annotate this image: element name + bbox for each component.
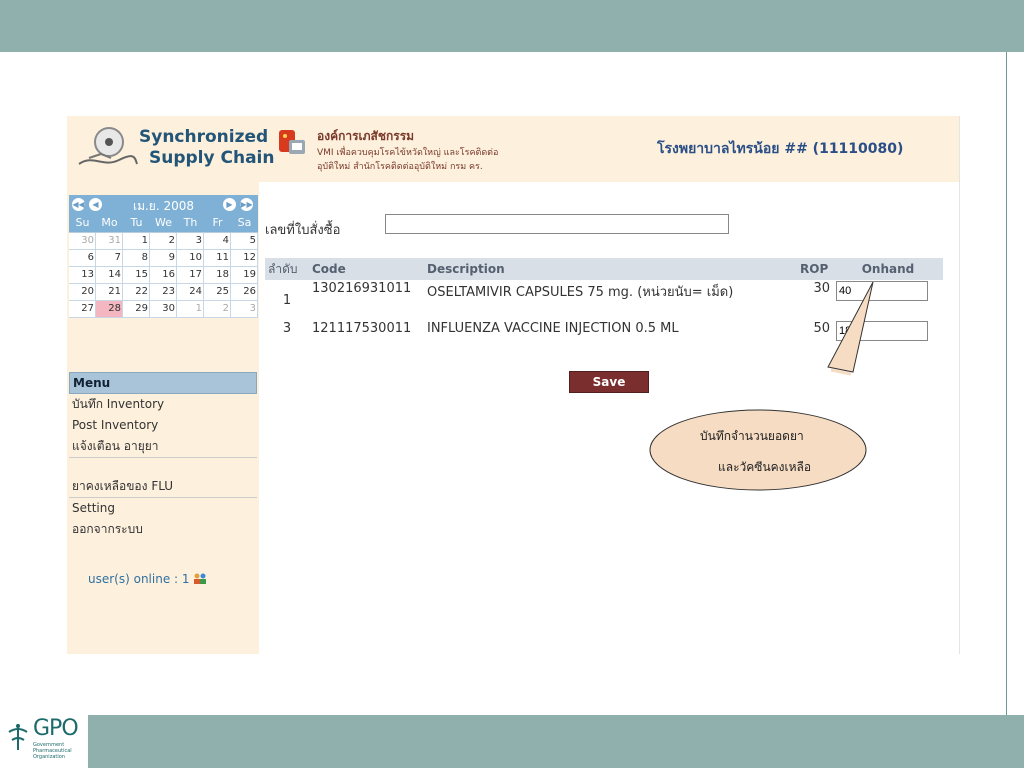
calendar-day[interactable]: 3: [177, 233, 204, 250]
calendar-day[interactable]: 1: [177, 301, 204, 318]
column-header-description: Description: [424, 258, 797, 280]
sidebar: ◀◀ ◀ เม.ย. 2008 ▶ ▶▶ Su Mo Tu We Th Fr Sa 30 31…: [67, 182, 259, 654]
row-no: 3: [282, 321, 292, 336]
next-month-icon[interactable]: ▶: [223, 198, 236, 211]
calendar-day[interactable]: 20: [69, 284, 96, 301]
column-header-onhand: Onhand: [833, 258, 943, 280]
menu-item-setting[interactable]: Setting: [69, 497, 257, 519]
po-number-label: เลขที่ใบสั่งซื้อ: [265, 223, 341, 238]
calendar-day[interactable]: 9: [150, 250, 177, 267]
calendar-day[interactable]: 12: [231, 250, 258, 267]
column-header-code: Code: [309, 258, 424, 280]
org-subtitle-1: VMI เพื่อควบคุมโรคไข้หวัดใหญ่ และโรคติดต…: [317, 148, 499, 158]
calendar-week-row: 27 28 29 30 1 2 3: [69, 301, 258, 318]
calendar-day[interactable]: 11: [204, 250, 231, 267]
calendar-day[interactable]: 14: [96, 267, 123, 284]
calendar-week-row: 6 7 8 9 10 11 12: [69, 250, 258, 267]
calendar-day[interactable]: 23: [150, 284, 177, 301]
calendar-weekday: We: [155, 216, 172, 229]
mailbox-icon: [279, 130, 305, 154]
calendar-day[interactable]: 15: [123, 267, 150, 284]
gpo-emblem-icon: [8, 724, 28, 750]
calendar-day[interactable]: 21: [96, 284, 123, 301]
calendar-day[interactable]: 28: [96, 301, 123, 318]
calendar-weekday: Su: [75, 216, 90, 229]
calendar-grid: 30 31 1 2 3 4 5 6 7 8 9 10 11 12 13 14 15 16 17 18 19 20 21 22 2…: [69, 232, 258, 318]
calendar-day[interactable]: 30: [69, 233, 96, 250]
calendar-day[interactable]: 16: [150, 267, 177, 284]
column-header-no: ลำดับ: [265, 258, 309, 280]
next-year-icon[interactable]: ▶▶: [240, 198, 253, 211]
calendar-day[interactable]: 7: [96, 250, 123, 267]
calendar-day[interactable]: 27: [69, 301, 96, 318]
org-name: องค์การเภสัชกรรม: [317, 129, 415, 143]
row-code: 121117530011: [312, 321, 412, 336]
calendar-day[interactable]: 4: [204, 233, 231, 250]
users-icon: [193, 573, 207, 584]
calendar-day[interactable]: 19: [231, 267, 258, 284]
brand-line-1: Synchronized: [139, 127, 269, 147]
org-subtitle-2: อุบัติใหม่ สำนักโรคติดต่ออุบัติใหม่ กรม …: [317, 162, 483, 172]
calendar-day[interactable]: 8: [123, 250, 150, 267]
menu: Menu บันทึก Inventory Post Inventory แจ้…: [69, 372, 257, 540]
menu-spacer: [69, 457, 257, 476]
gpo-logo-subtext: Government Pharmaceutical Organization: [33, 742, 72, 760]
calendar-day[interactable]: 25: [204, 284, 231, 301]
calendar-day[interactable]: 30: [150, 301, 177, 318]
online-status: user(s) online : 1: [88, 572, 207, 586]
po-number-input[interactable]: [385, 214, 729, 234]
header: Synchronized Supply Chain องค์การเภสัชกร…: [67, 116, 959, 182]
calendar-day[interactable]: 2: [204, 301, 231, 318]
save-button[interactable]: Save: [569, 371, 649, 393]
calendar-day[interactable]: 6: [69, 250, 96, 267]
calendar-weekday: Mo: [101, 216, 118, 229]
calendar-weekday: Th: [183, 216, 198, 229]
right-border: [1006, 52, 1007, 715]
calendar-day[interactable]: 24: [177, 284, 204, 301]
calendar-week-row: 20 21 22 23 24 25 26: [69, 284, 258, 301]
calendar-day[interactable]: 13: [69, 267, 96, 284]
calendar-day[interactable]: 5: [231, 233, 258, 250]
calendar-day[interactable]: 26: [231, 284, 258, 301]
calendar-day[interactable]: 18: [204, 267, 231, 284]
calendar-header: ◀◀ ◀ เม.ย. 2008 ▶ ▶▶: [69, 195, 258, 214]
callout-line-1: บันทึกจำนวนยอดยา: [700, 429, 804, 443]
menu-item-flu-stock[interactable]: ยาคงเหลือของ FLU: [69, 476, 257, 497]
calendar-week-row: 30 31 1 2 3 4 5: [69, 233, 258, 250]
brand-line-2: Supply Chain: [149, 148, 275, 168]
table-header-row: ลำดับ Code Description ROP Onhand: [265, 258, 943, 280]
menu-title: Menu: [69, 372, 257, 394]
calendar-day[interactable]: 29: [123, 301, 150, 318]
row-code: 130216931011: [312, 281, 412, 296]
gpo-logo: GPO Government Pharmaceutical Organizati…: [0, 712, 88, 768]
calendar-day[interactable]: 31: [96, 233, 123, 250]
calendar-day[interactable]: 2: [150, 233, 177, 250]
calendar-weekdays: Su Mo Tu We Th Fr Sa: [69, 214, 258, 232]
calendar-day[interactable]: 17: [177, 267, 204, 284]
calendar-weekday: Sa: [237, 216, 252, 229]
supply-chain-logo-icon: [78, 127, 138, 165]
row-no: 1: [282, 292, 292, 308]
calendar: ◀◀ ◀ เม.ย. 2008 ▶ ▶▶ Su Mo Tu We Th Fr Sa 30 31…: [69, 195, 258, 318]
gpo-logo-text: GPO: [33, 716, 79, 741]
calendar-day[interactable]: 3: [231, 301, 258, 318]
online-text: user(s) online : 1: [88, 572, 190, 586]
bottom-bar: [0, 715, 1024, 768]
menu-item-post-inventory[interactable]: Post Inventory: [69, 415, 257, 436]
calendar-day[interactable]: 1: [123, 233, 150, 250]
hospital-name: โรงพยาบาลไทรน้อย ## (11110080): [657, 141, 904, 157]
column-header-rop: ROP: [797, 258, 833, 280]
top-bar: [0, 0, 1024, 52]
menu-item-inventory[interactable]: บันทึก Inventory: [69, 394, 257, 415]
calendar-weekday: Fr: [212, 216, 223, 229]
callout-line-2: และวัคซีนคงเหลือ: [718, 460, 812, 474]
menu-item-logout[interactable]: ออกจากระบบ: [69, 519, 257, 540]
calendar-day[interactable]: 10: [177, 250, 204, 267]
calendar-day[interactable]: 22: [123, 284, 150, 301]
calendar-week-row: 13 14 15 16 17 18 19: [69, 267, 258, 284]
calendar-weekday: Tu: [130, 216, 143, 229]
menu-item-expiry-alert[interactable]: แจ้งเตือน อายุยา: [69, 436, 257, 457]
